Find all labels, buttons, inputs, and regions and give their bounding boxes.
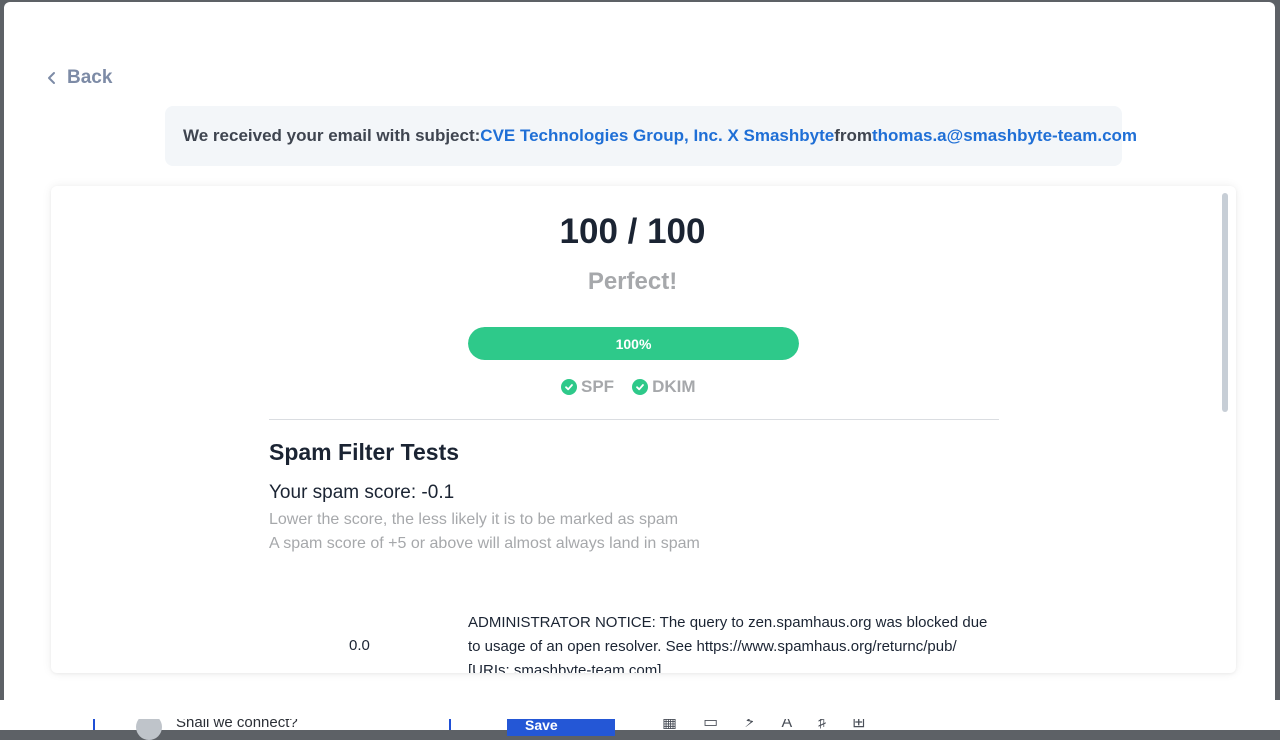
check-circle-icon [561,379,577,395]
test-score: 0.0 [349,637,370,654]
received-banner: We received your email with subject: CVE… [165,106,1137,166]
spam-hint: Lower the score, the less likely it is t… [269,511,679,528]
check-label: DKIM [652,377,696,396]
check-circle-icon [632,379,649,395]
subject-link[interactable]: CVE Technologies Group, Inc. X Smashbyte [480,126,834,146]
test-description: ADMINISTRATOR NOTICE: The query to zen.s… [468,614,988,673]
banner-prefix: We received your email with subject: [183,126,481,145]
banner-from: from [834,126,872,145]
back-label: Back [67,67,113,88]
results-card: 100 / 100 Perfect! 100% SPF DKIM Spam Fi… [51,186,1236,673]
progress-label: 100% [615,335,652,352]
spam-score: Your spam score: -0.1 [269,482,455,503]
back-button[interactable]: Back [47,67,112,89]
check-label: SPF [581,377,615,396]
check-dkim: DKIM [632,377,696,397]
check-spf: SPF [561,377,614,397]
auth-checks: SPF DKIM [561,377,696,397]
scrollbar[interactable] [1222,193,1228,412]
spam-hint: A spam score of +5 or above will almost … [269,535,700,552]
sender-link[interactable]: thomas.a@smashbyte-team.com [872,126,1137,146]
score-heading: 100 / 100 [559,212,706,251]
email-test-modal: Back We received your email with subject… [4,2,1275,719]
score-progress-bar: 100% [468,327,799,360]
chevron-left-icon [47,67,57,89]
progress-fill: 100% [468,327,799,360]
verdict-text: Perfect! [587,268,678,295]
divider [269,419,999,420]
section-title: Spam Filter Tests [269,439,460,465]
